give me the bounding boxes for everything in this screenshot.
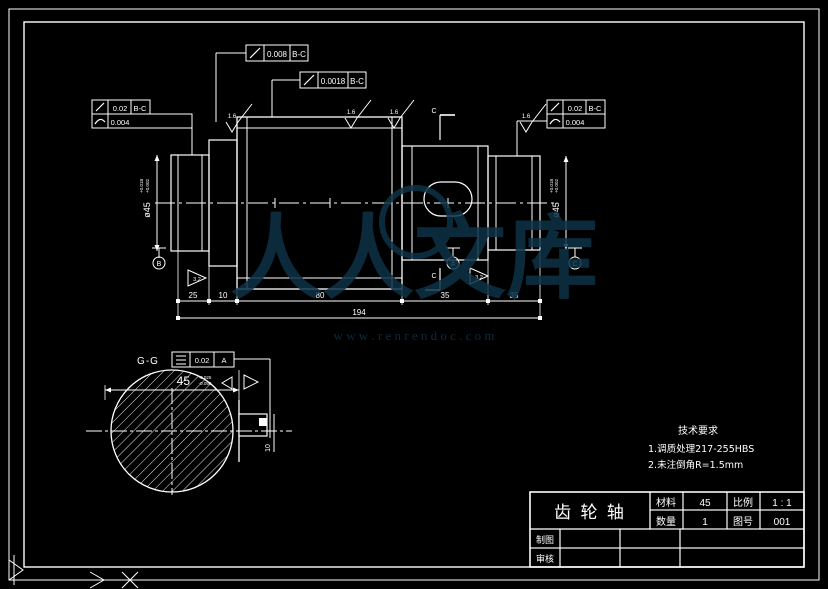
surface-finish-value: 3.2 [193, 277, 201, 283]
tolerance-value: 0.0018 [321, 77, 346, 86]
title-block-value-scale: 1 : 1 [772, 498, 792, 509]
tech-req-item-2: 2.未注倒角R=1.5mm [648, 459, 743, 471]
cad-drawing-canvas: 0.008 B-C 0.0018 B-C 0.02 B-C 0.004 0.02… [0, 0, 828, 589]
title-block-value-quantity: 1 [702, 517, 708, 528]
tolerance-value: 0.02 [113, 104, 128, 113]
title-block-key-material: 材料 [656, 496, 676, 509]
surface-finish-value: 1.6 [347, 110, 356, 116]
surface-finish-value: 1.6 [228, 114, 237, 120]
dimension-value: 10 [219, 291, 228, 300]
tolerance-value: 0.02 [568, 104, 583, 113]
tolerance-value: 0.008 [267, 50, 288, 59]
dimension-tolerance-lower: +0.002 [554, 178, 559, 193]
dimension-tolerance-lower: +0.002 [145, 178, 150, 193]
dimension-value: 10 [265, 444, 272, 452]
dimension-value: 25 [189, 291, 198, 300]
dimension-value: ø45 [142, 202, 152, 218]
title-block-key-quantity: 数量 [656, 515, 676, 528]
tolerance-datum: B-C [589, 104, 603, 113]
surface-finish-value: 1.6 [522, 114, 531, 120]
watermark-url: w w w . r e n r e n d o c . c o m [333, 328, 494, 343]
tech-req-title: 技术要求 [678, 424, 718, 437]
title-block-value-material: 45 [699, 498, 711, 509]
tolerance-datum: B-C [134, 104, 148, 113]
tolerance-value: 0.02 [195, 356, 210, 365]
tech-req-item-1: 1.调质处理217-255HBS [648, 443, 754, 455]
tolerance-value: 0.004 [111, 118, 130, 127]
datum-letter: B [157, 261, 162, 268]
title-block-value-drawingno: 001 [774, 517, 791, 528]
section-view-label: G-G [137, 356, 159, 367]
section-mark-letter: C [431, 108, 436, 115]
tolerance-value: 0.004 [566, 118, 585, 127]
drawing-svg: 0.008 B-C 0.0018 B-C 0.02 B-C 0.004 0.02… [0, 0, 828, 589]
title-block-key-scale: 比例 [733, 496, 753, 509]
part-name: 齿 轮 轴 [554, 503, 626, 523]
dimension-tolerance: +0.018 [139, 178, 144, 193]
title-block-key-drawingno: 图号 [733, 516, 753, 528]
surface-finish-value: 1.6 [390, 110, 399, 116]
tolerance-datum: B-C [350, 77, 364, 86]
tolerance-datum: A [221, 356, 226, 365]
title-block-label-drawn: 制图 [536, 534, 554, 546]
section-keyway-tick [259, 418, 267, 426]
tolerance-datum: B-C [292, 50, 306, 59]
title-block-label-checked: 审核 [536, 553, 554, 565]
